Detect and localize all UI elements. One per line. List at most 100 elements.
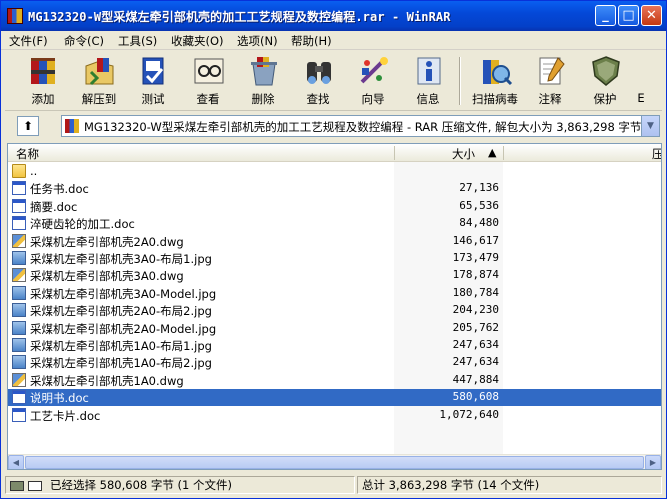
scroll-right-button[interactable]: ▶: [645, 455, 661, 469]
menu-tools[interactable]: 工具(S): [118, 33, 157, 49]
find-button[interactable]: 查找: [295, 53, 341, 109]
file-row[interactable]: 采煤机左牵引部机壳2A0-Model.jpg 205,762: [8, 320, 661, 337]
doc-file-icon: [12, 216, 26, 231]
file-name: 摘要.doc: [30, 199, 78, 214]
up-folder-button[interactable]: ⬆: [17, 116, 39, 136]
virus-scan-button[interactable]: 扫描病毒: [472, 53, 518, 109]
comment-icon: [539, 57, 565, 85]
maximize-button[interactable]: □: [618, 5, 639, 26]
toolbar-separator: [459, 57, 461, 105]
file-name: 工艺卡片.doc: [30, 408, 101, 423]
file-size: 27,136: [459, 181, 499, 195]
menu-help[interactable]: 帮助(H): [291, 33, 332, 49]
virus-scan-label: 扫描病毒: [472, 92, 518, 106]
file-name: ..: [30, 164, 38, 178]
file-row[interactable]: 工艺卡片.doc 1,072,640: [8, 407, 661, 424]
protect-label: 保护: [593, 92, 617, 106]
delete-button[interactable]: 删除: [240, 53, 286, 109]
file-name: 采煤机左牵引部机壳1A0-布局2.jpg: [30, 356, 212, 371]
winrar-window: MG132320-W型采煤左牵引部机壳的加工工艺规程及数控编程.rar - Wi…: [0, 0, 667, 499]
file-size: 205,762: [452, 320, 499, 334]
file-row[interactable]: 采煤机左牵引部机壳1A0-布局2.jpg 247,634: [8, 354, 661, 371]
column-packed[interactable]: 压: [652, 146, 661, 162]
wizard-button[interactable]: 向导: [350, 53, 396, 109]
file-list[interactable]: 名称 大小 ▲ 压 .. 任务书.doc 27,136 摘要.doc 65,536 淬硬齿…: [7, 143, 662, 470]
menu-options[interactable]: 选项(N): [237, 33, 278, 49]
menu-file[interactable]: 文件(F): [9, 33, 48, 49]
status-selected-panel: 已经选择 580,608 字节 (1 个文件): [5, 476, 355, 494]
column-divider[interactable]: [503, 146, 504, 160]
menu-bar: 文件(F) 命令(C) 工具(S) 收藏夹(O) 选项(N) 帮助(H): [1, 31, 666, 50]
test-button[interactable]: 测试: [130, 53, 176, 109]
file-row[interactable]: 采煤机左牵引部机壳2A0.dwg 146,617: [8, 233, 661, 250]
file-row[interactable]: 采煤机左牵引部机壳2A0-布局2.jpg 204,230: [8, 302, 661, 319]
status-total: 总计 3,863,298 字节 (14 个文件): [362, 478, 540, 492]
file-name: 采煤机左牵引部机壳3A0-布局1.jpg: [30, 252, 212, 266]
wizard-label: 向导: [361, 92, 385, 106]
file-name: 采煤机左牵引部机壳1A0-布局1.jpg: [30, 339, 212, 353]
file-row[interactable]: 任务书.doc 27,136: [8, 180, 661, 197]
delete-label: 删除: [251, 92, 275, 106]
address-dropdown-button[interactable]: ▼: [641, 116, 659, 136]
delete-icon: [251, 57, 277, 86]
close-button[interactable]: ✕: [641, 5, 662, 26]
file-size: 1,072,640: [439, 407, 499, 421]
file-row[interactable]: 采煤机左牵引部机壳3A0-Model.jpg 180,784: [8, 285, 661, 302]
protect-button[interactable]: 保护: [582, 53, 628, 109]
file-row[interactable]: ..: [8, 163, 661, 180]
menu-commands[interactable]: 命令(C): [64, 33, 104, 49]
file-row[interactable]: 摘要.doc 65,536: [8, 198, 661, 215]
comment-button[interactable]: 注释: [527, 53, 573, 109]
title-bar[interactable]: MG132320-W型采煤左牵引部机壳的加工工艺规程及数控编程.rar - Wi…: [1, 1, 666, 31]
extract-to-button[interactable]: 解压到: [76, 53, 122, 109]
file-size: 84,480: [459, 216, 499, 230]
doc-file-icon: [12, 407, 26, 422]
view-label: 查看: [196, 92, 220, 106]
address-text: MG132320-W型采煤左牵引部机壳的加工工艺规程及数控编程 - RAR 压缩…: [84, 120, 642, 134]
horizontal-scrollbar[interactable]: ◀ ▶: [8, 454, 661, 469]
sfx-label: E: [637, 91, 645, 105]
file-size: 247,634: [452, 338, 499, 351]
sort-ascending-icon: ▲: [488, 146, 497, 159]
scroll-thumb[interactable]: [25, 456, 644, 469]
column-size[interactable]: 大小: [452, 146, 475, 162]
dwg-file-icon: [12, 372, 26, 387]
doc-file-icon: [12, 198, 26, 213]
up-folder-icon: ⬆: [22, 119, 34, 133]
find-binoculars-icon: [307, 62, 331, 84]
address-field[interactable]: MG132320-W型采煤左牵引部机壳的加工工艺规程及数控编程 - RAR 压缩…: [61, 115, 660, 137]
folder-file-icon: [12, 164, 26, 178]
file-size: 65,536: [459, 198, 499, 212]
file-size: 173,479: [452, 251, 499, 264]
jpg-file-icon: [12, 303, 26, 318]
file-name: 采煤机左牵引部机壳3A0.dwg: [30, 269, 184, 284]
add-button[interactable]: 添加: [20, 53, 66, 109]
file-name: 采煤机左牵引部机壳3A0-Model.jpg: [30, 286, 217, 301]
jpg-file-icon: [12, 320, 26, 335]
add-archive-icon: [31, 58, 55, 84]
file-row[interactable]: 采煤机左牵引部机壳3A0.dwg 178,874: [8, 267, 661, 284]
file-size: 580,608: [452, 390, 499, 404]
file-row[interactable]: 淬硬齿轮的加工.doc 84,480: [8, 215, 661, 232]
file-row[interactable]: 采煤机左牵引部机壳1A0-布局1.jpg 247,634: [8, 337, 661, 354]
sfx-button[interactable]: E: [631, 53, 651, 109]
toolbar: 添加 解压到 测试 查看 删除 查找 向导 信息 扫描病毒 注释 保护 E: [5, 51, 662, 111]
winrar-app-icon[interactable]: [7, 8, 23, 24]
column-name[interactable]: 名称: [16, 146, 39, 162]
test-label: 测试: [141, 92, 165, 106]
address-bar: ⬆ MG132320-W型采煤左牵引部机壳的加工工艺规程及数控编程 - RAR …: [5, 113, 662, 139]
info-icon: [417, 57, 441, 85]
jpg-file-icon: [12, 355, 26, 370]
view-button[interactable]: 查看: [185, 53, 231, 109]
status-bar: 已经选择 580,608 字节 (1 个文件) 总计 3,863,298 字节 …: [5, 475, 662, 495]
info-button[interactable]: 信息: [405, 53, 451, 109]
file-row[interactable]: 说明书.doc 580,608: [8, 389, 661, 407]
archive-icon: [65, 119, 79, 133]
scroll-left-button[interactable]: ◀: [8, 455, 24, 469]
file-row[interactable]: 采煤机左牵引部机壳1A0.dwg 447,884: [8, 372, 661, 389]
menu-favorites[interactable]: 收藏夹(O): [171, 33, 224, 49]
column-divider[interactable]: [394, 146, 395, 160]
jpg-file-icon: [12, 338, 26, 352]
file-row[interactable]: 采煤机左牵引部机壳3A0-布局1.jpg 173,479: [8, 250, 661, 267]
minimize-button[interactable]: _: [595, 5, 616, 26]
